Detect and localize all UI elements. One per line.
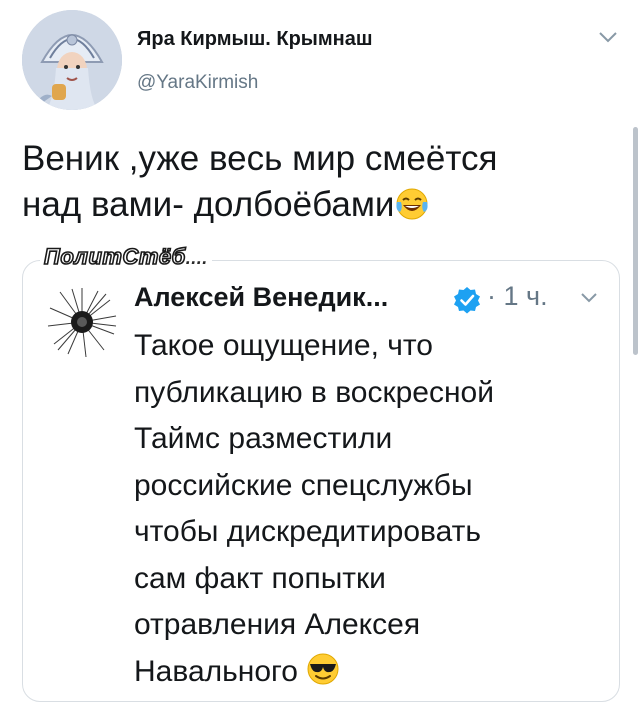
verified-badge-icon — [454, 287, 480, 314]
quoted-author-name[interactable]: Алексей Венедик... — [134, 282, 388, 313]
quoted-line: Таймс разместили — [134, 422, 393, 455]
quoted-line: Навального — [134, 654, 298, 688]
chevron-down-icon[interactable] — [597, 30, 619, 44]
face-with-tears-of-joy-icon — [396, 188, 429, 220]
watermark-dots: .... — [185, 248, 208, 268]
watermark: ПолитСтёб.... — [40, 243, 212, 270]
chevron-down-icon[interactable] — [580, 292, 598, 304]
quoted-line-with-emoji: Навального — [134, 649, 614, 696]
quoted-line: сам факт попытки — [134, 561, 386, 595]
author-avatar[interactable] — [22, 10, 122, 110]
avatar-image — [22, 10, 122, 110]
scrollbar[interactable] — [633, 127, 638, 355]
quoted-line: отравления Алексея — [134, 608, 421, 641]
quoted-line: Такое ощущение, что — [134, 329, 433, 362]
smiling-face-with-sunglasses-icon — [307, 653, 339, 684]
tweet-text: Веник ,уже весь мир смеётся над вами- до… — [22, 136, 612, 228]
tweet-line: Веник ,уже весь мир смеётся — [22, 139, 498, 178]
tweet-line-with-emoji: над вами- долбоёбами — [22, 182, 612, 228]
author-display-name[interactable]: Яра Кирмыш. Крымнаш — [137, 28, 373, 51]
watermark-text: ПолитСтёб — [43, 243, 186, 270]
quoted-line: чтобы дискредитировать — [134, 515, 482, 548]
quoted-tweet-time[interactable]: · 1 ч. — [487, 281, 548, 312]
quoted-line: публикацию в воскресной — [134, 375, 494, 409]
quoted-line: российские спецслужбы — [134, 468, 473, 502]
quoted-tweet-text: Такое ощущение, что публикацию в воскрес… — [134, 323, 614, 695]
quoted-author-avatar[interactable] — [46, 286, 118, 358]
tweet-line: над вами- долбоёбами — [22, 185, 395, 224]
author-handle[interactable]: @YaraKirmish — [137, 72, 258, 94]
